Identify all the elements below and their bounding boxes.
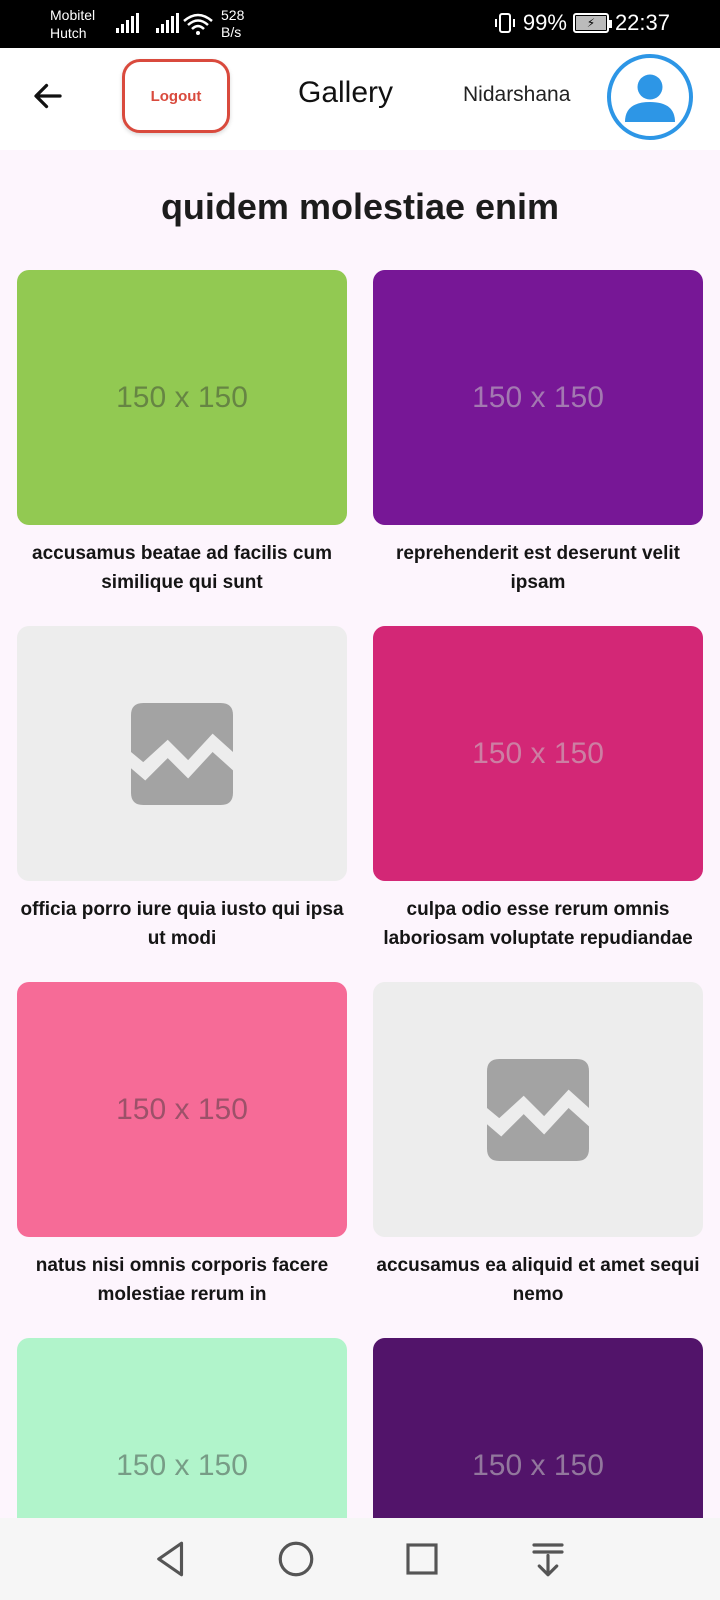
album-title: quidem molestiae enim (160, 186, 560, 227)
photo-thumbnail[interactable]: 150 x 150 (373, 626, 703, 881)
signal-icon (156, 13, 179, 33)
photo-thumbnail[interactable] (373, 982, 703, 1237)
vibrate-icon (494, 13, 515, 33)
logout-button[interactable]: Logout (122, 59, 230, 133)
broken-image-icon (131, 702, 233, 805)
placeholder-label: 150 x 150 (116, 380, 248, 414)
photo-caption: officia porro iure quia iusto qui ipsa u… (20, 899, 344, 949)
placeholder-label: 150 x 150 (116, 1448, 248, 1482)
net-speed-value: 528 (221, 7, 245, 23)
photo-card[interactable]: officia porro iure quia iusto qui ipsa u… (17, 626, 347, 953)
app-bar: Logout Gallery Nidarshana (0, 48, 720, 150)
page-title: Gallery (298, 76, 394, 109)
photo-caption: reprehenderit est deserunt velit ipsam (395, 543, 681, 593)
photo-caption: accusamus beatae ad facilis cum similiqu… (32, 543, 332, 593)
right-status: 99% ⚡ 22:37 (493, 10, 670, 36)
system-nav-bar (0, 1518, 720, 1600)
square-recents-icon[interactable] (401, 1538, 443, 1580)
username-label: Nidarshana (463, 83, 571, 106)
photo-card[interactable]: 150 x 150 reprehenderit est deserunt vel… (373, 270, 703, 597)
placeholder-label: 150 x 150 (472, 380, 604, 414)
clock: 22:37 (614, 10, 670, 35)
carrier-labels: Mobitel Hutch (50, 6, 95, 42)
photo-caption: culpa odio esse rerum omnis laboriosam v… (383, 899, 693, 949)
battery-percent: 99% (522, 10, 567, 35)
photo-card[interactable]: 150 x 150 culpa odio esse rerum omnis la… (373, 626, 703, 953)
photo-thumbnail[interactable]: 150 x 150 (17, 982, 347, 1237)
placeholder-label: 150 x 150 (472, 736, 604, 770)
photo-thumbnail[interactable]: 150 x 150 (373, 270, 703, 525)
broken-image-icon (487, 1058, 589, 1161)
photo-thumbnail[interactable]: 150 x 150 (17, 270, 347, 525)
photo-thumbnail[interactable] (17, 626, 347, 881)
photo-card[interactable]: 150 x 150 accusamus beatae ad facilis cu… (17, 270, 347, 597)
carrier-1: Mobitel (50, 7, 96, 23)
pull-down-icon[interactable] (527, 1538, 569, 1580)
person-icon (625, 74, 675, 122)
placeholder-label: 150 x 150 (116, 1092, 248, 1126)
net-speed-unit: B/s (221, 24, 242, 40)
status-bar: Mobitel Hutch 528 B/s 99% ⚡ 22:37 (0, 0, 720, 48)
triangle-back-icon[interactable] (150, 1538, 192, 1580)
battery-icon: ⚡ (572, 13, 612, 33)
wifi-icon (183, 13, 213, 35)
carrier-2: Hutch (50, 25, 87, 41)
arrow-left-icon[interactable] (30, 78, 66, 114)
photo-card[interactable]: accusamus ea aliquid et amet sequi nemo (373, 982, 703, 1309)
circle-home-icon[interactable] (275, 1538, 317, 1580)
photo-caption: natus nisi omnis corporis facere molesti… (35, 1255, 329, 1305)
net-speed: 528 B/s (221, 7, 244, 41)
signal-icon (116, 13, 139, 33)
placeholder-label: 150 x 150 (472, 1448, 604, 1482)
photo-caption: accusamus ea aliquid et amet sequi nemo (376, 1255, 700, 1305)
photo-card[interactable]: 150 x 150 natus nisi omnis corporis face… (17, 982, 347, 1309)
avatar[interactable] (607, 54, 693, 140)
